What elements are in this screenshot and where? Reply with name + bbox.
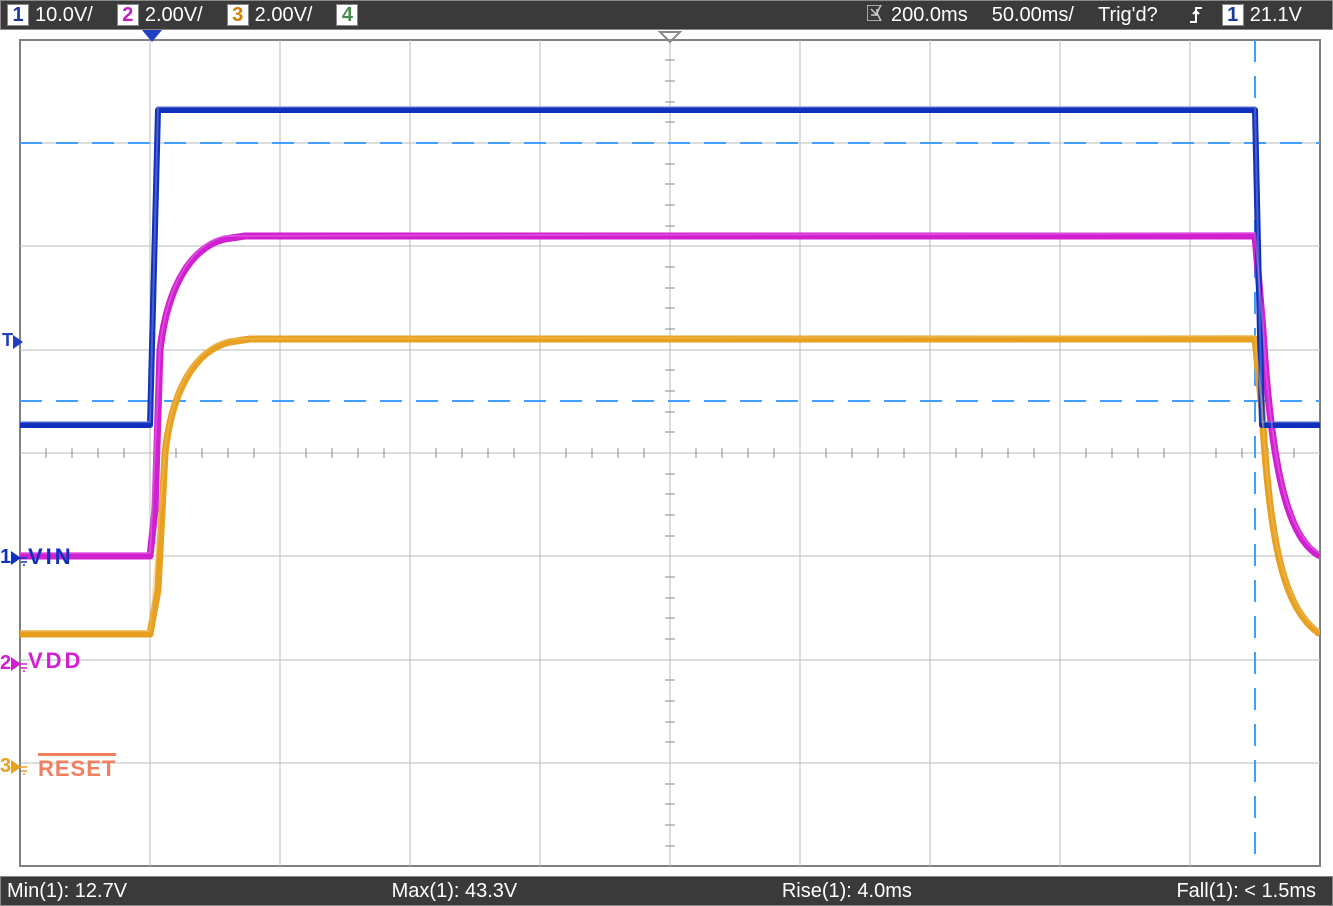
rising-edge-icon <box>1188 6 1204 24</box>
measurement-max: Max(1): 43.3V <box>392 880 518 903</box>
plot-area: T 1 2 3 VIN VDD RESET <box>0 30 1333 876</box>
trigger-level: 21.1V <box>1250 4 1302 27</box>
ch2-badge: 2 <box>117 4 139 26</box>
trace-label-reset: RESET <box>38 756 116 782</box>
ch3-ground-marker: 3 <box>0 755 27 778</box>
measurement-fall: Fall(1): < 1.5ms <box>1176 880 1316 903</box>
timebase: 50.00ms/ <box>992 4 1074 27</box>
ch2-scale-block: 2 2.00V/ <box>117 4 203 27</box>
ch3-scale-block: 3 2.00V/ <box>227 4 313 27</box>
trigger-state: Trig'd? <box>1098 4 1158 27</box>
trigger-source-badge: 1 <box>1222 4 1244 26</box>
time-reference-indicator <box>658 30 682 49</box>
ch1-ground-marker: 1 <box>0 546 27 569</box>
scope-footer: Min(1): 12.7V Max(1): 43.3V Rise(1): 4.0… <box>0 876 1333 906</box>
ch4-badge: 4 <box>336 4 358 26</box>
ch4-scale-block: 4 <box>336 4 364 26</box>
ch1-scale: 10.0V/ <box>35 4 93 27</box>
trigger-position-indicator <box>142 30 162 42</box>
time-offset: 200.0ms <box>891 4 968 27</box>
ch3-badge: 3 <box>227 4 249 26</box>
scope-header: 1 10.0V/ 2 2.00V/ 3 2.00V/ 4 200.0ms 50.… <box>0 0 1333 30</box>
trigger-source-block: 1 21.1V <box>1222 4 1302 27</box>
ch3-scale: 2.00V/ <box>255 4 313 27</box>
oscilloscope-plot <box>0 30 1333 876</box>
measurement-min: Min(1): 12.7V <box>7 880 127 903</box>
ch2-ground-marker: 2 <box>0 652 27 675</box>
time-ref-icon <box>867 4 887 27</box>
trace-label-vdd: VDD <box>28 648 83 674</box>
ch1-scale-block: 1 10.0V/ <box>7 4 93 27</box>
measurement-rise: Rise(1): 4.0ms <box>782 880 912 903</box>
ch1-badge: 1 <box>7 4 29 26</box>
ch2-scale: 2.00V/ <box>145 4 203 27</box>
trace-label-vin: VIN <box>28 544 74 570</box>
trigger-level-marker: T <box>2 330 23 351</box>
